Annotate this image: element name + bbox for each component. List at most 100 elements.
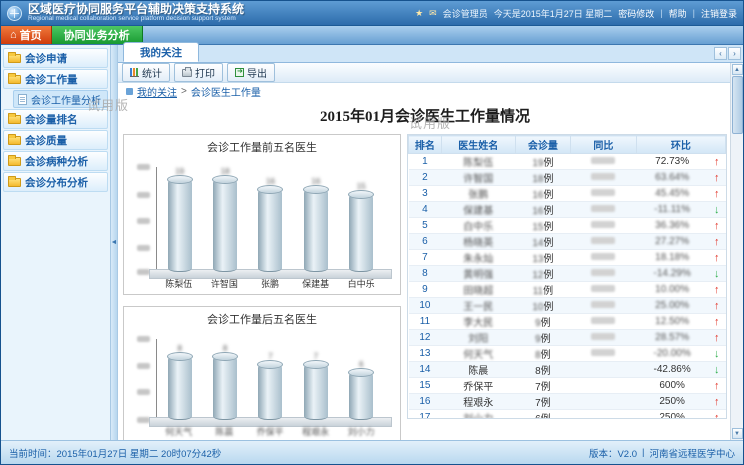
table-row[interactable]: 8黄明强12例-14.29%↓ [409,266,726,282]
export-button[interactable]: 导出 [227,63,275,82]
content-columns: 会诊工作量前五名医生 1918161615 陈梨伍许智国张鹏保建基白中乐 [123,134,727,440]
bar-cylinder [213,178,237,272]
trend-up-arrow-icon: ↑ [714,220,720,232]
header-separator: | [693,8,695,18]
logout-link[interactable]: 注销登录 [701,7,737,20]
main-nav-bar: ⌂ 首页 协同业务分析 [1,26,743,45]
statistics-button[interactable]: 统计 [122,63,170,82]
trend-up-arrow-icon: ↑ [714,300,720,312]
rank-cell: 5 [409,218,442,234]
volume-cell: 9例 [515,330,570,346]
bar-1: 8 [165,339,195,420]
sidebar-item-label: 会诊质量 [25,133,67,148]
trend-down-arrow-icon: ↓ [714,268,720,280]
trend-cell: ↑ [708,394,725,410]
sidebar-item-consult-ranking[interactable]: 会诊量排名 [3,109,108,129]
blurred-value [591,173,615,180]
trend-cell: ↑ [708,298,725,314]
sidebar-item-consult-workload[interactable]: 会诊工作量 [3,69,108,89]
sidebar-item-disease-analysis[interactable]: 会诊病种分析 [3,151,108,171]
tab-my-focus[interactable]: 我的关注 [123,42,199,62]
breadcrumb-root-link[interactable]: 我的关注 [137,84,177,99]
table-row[interactable]: 2许智国18例63.64%↑ [409,170,726,186]
rank-cell: 9 [409,282,442,298]
table-row[interactable]: 11李大民9例12.50%↑ [409,314,726,330]
mom-cell: 600% [636,378,708,394]
col-header-yoy: 同比 [571,136,637,154]
volume-cell: 16例 [515,202,570,218]
sidebar-item-consult-request[interactable]: 会诊申请 [3,48,108,68]
bar-5: 15 [346,167,376,272]
scrollbar-thumb[interactable] [732,76,743,134]
trend-up-arrow-icon: ↑ [714,284,720,296]
breadcrumb-icon [126,88,133,95]
y-axis-tick [137,269,150,275]
vertical-scrollbar[interactable]: ▲ ▼ [730,63,743,440]
table-row[interactable]: 1陈梨伍19例72.73%↑ [409,154,726,170]
bar-cylinder [168,178,192,272]
trend-cell: ↑ [708,314,725,330]
folder-icon [8,136,21,145]
y-axis-tick [137,389,150,395]
blurred-value [591,253,615,260]
doctor-name-cell: 何天气 [441,346,515,362]
doctor-name-cell: 黄明强 [441,266,515,282]
y-axis-tick [137,218,150,224]
doctor-name-cell: 刘阳 [441,330,515,346]
collapse-arrow-icon: ◄ [111,239,118,246]
bar-category-label: 刘小力 [344,425,378,438]
table-row[interactable]: 6杨晓英14例27.27%↑ [409,234,726,250]
blurred-value [591,333,615,340]
content-tabstrip: 我的关注 ‹ › [118,45,743,63]
table-row[interactable]: 12刘阳9例28.57%↑ [409,330,726,346]
table-row[interactable]: 16程艰永7例250%↑ [409,394,726,410]
volume-cell: 11例 [515,282,570,298]
table-row[interactable]: 5白中乐15例36.36%↑ [409,218,726,234]
table-row[interactable]: 3张鹏16例45.45%↑ [409,186,726,202]
table-row[interactable]: 13何天气8例-20.00%↓ [409,346,726,362]
sidebar-item-distribution-analysis[interactable]: 会诊分布分析 [3,172,108,192]
sidebar-item-label: 会诊工作量分析 [31,92,101,107]
sidebar-collapse-handle[interactable]: ◄ [111,45,118,440]
table-row[interactable]: 9田晓超11例10.00%↑ [409,282,726,298]
print-button[interactable]: 打印 [174,63,223,82]
volume-cell: 9例 [515,314,570,330]
app-title: 区域医疗协同服务平台辅助决策支持系统 [28,3,244,16]
footer-right: 版本：V2.0 | 河南省远程医学中心 [589,446,735,460]
blurred-value [591,301,615,308]
sidebar-item-workload-analysis[interactable]: 会诊工作量分析 [13,90,108,108]
table-row[interactable]: 17刘小力6例250%↑ [409,410,726,420]
table-row[interactable]: 10王一民10例25.00%↑ [409,298,726,314]
mom-cell: -11.11% [636,202,708,218]
y-axis-tick [137,164,150,170]
volume-cell: 15例 [515,218,570,234]
table-row[interactable]: 14陈晨8例-42.86%↓ [409,362,726,378]
help-link[interactable]: 帮助 [669,7,687,20]
volume-cell: 18例 [515,170,570,186]
sidebar-item-consult-quality[interactable]: 会诊质量 [3,130,108,150]
bar-category-label: 陈晨 [207,425,241,438]
bar-cylinder [258,363,282,420]
tab-scroll-right-icon[interactable]: › [728,47,741,60]
table-row[interactable]: 15乔保平7例600%↑ [409,378,726,394]
scroll-up-icon[interactable]: ▲ [732,64,743,75]
yoy-cell [571,298,637,314]
nav-tab-home[interactable]: ⌂ 首页 [1,26,52,44]
table-row[interactable]: 4保建基16例-11.11%↓ [409,202,726,218]
rank-cell: 17 [409,410,442,420]
trend-cell: ↑ [708,154,725,170]
mom-cell: 250% [636,394,708,410]
mom-cell: -42.86% [636,362,708,378]
home-icon: ⌂ [10,30,17,41]
tab-scroll-left-icon[interactable]: ‹ [714,47,727,60]
blurred-value [591,189,615,196]
volume-cell: 12例 [515,266,570,282]
bar-cylinder [304,188,328,272]
blurred-value [591,221,615,228]
change-password-link[interactable]: 密码修改 [618,7,654,20]
trend-up-arrow-icon: ↑ [714,236,720,248]
yoy-cell [571,202,637,218]
table-row[interactable]: 7朱永灿13例18.18%↑ [409,250,726,266]
scroll-down-icon[interactable]: ▼ [732,428,743,439]
trend-up-arrow-icon: ↑ [714,252,720,264]
